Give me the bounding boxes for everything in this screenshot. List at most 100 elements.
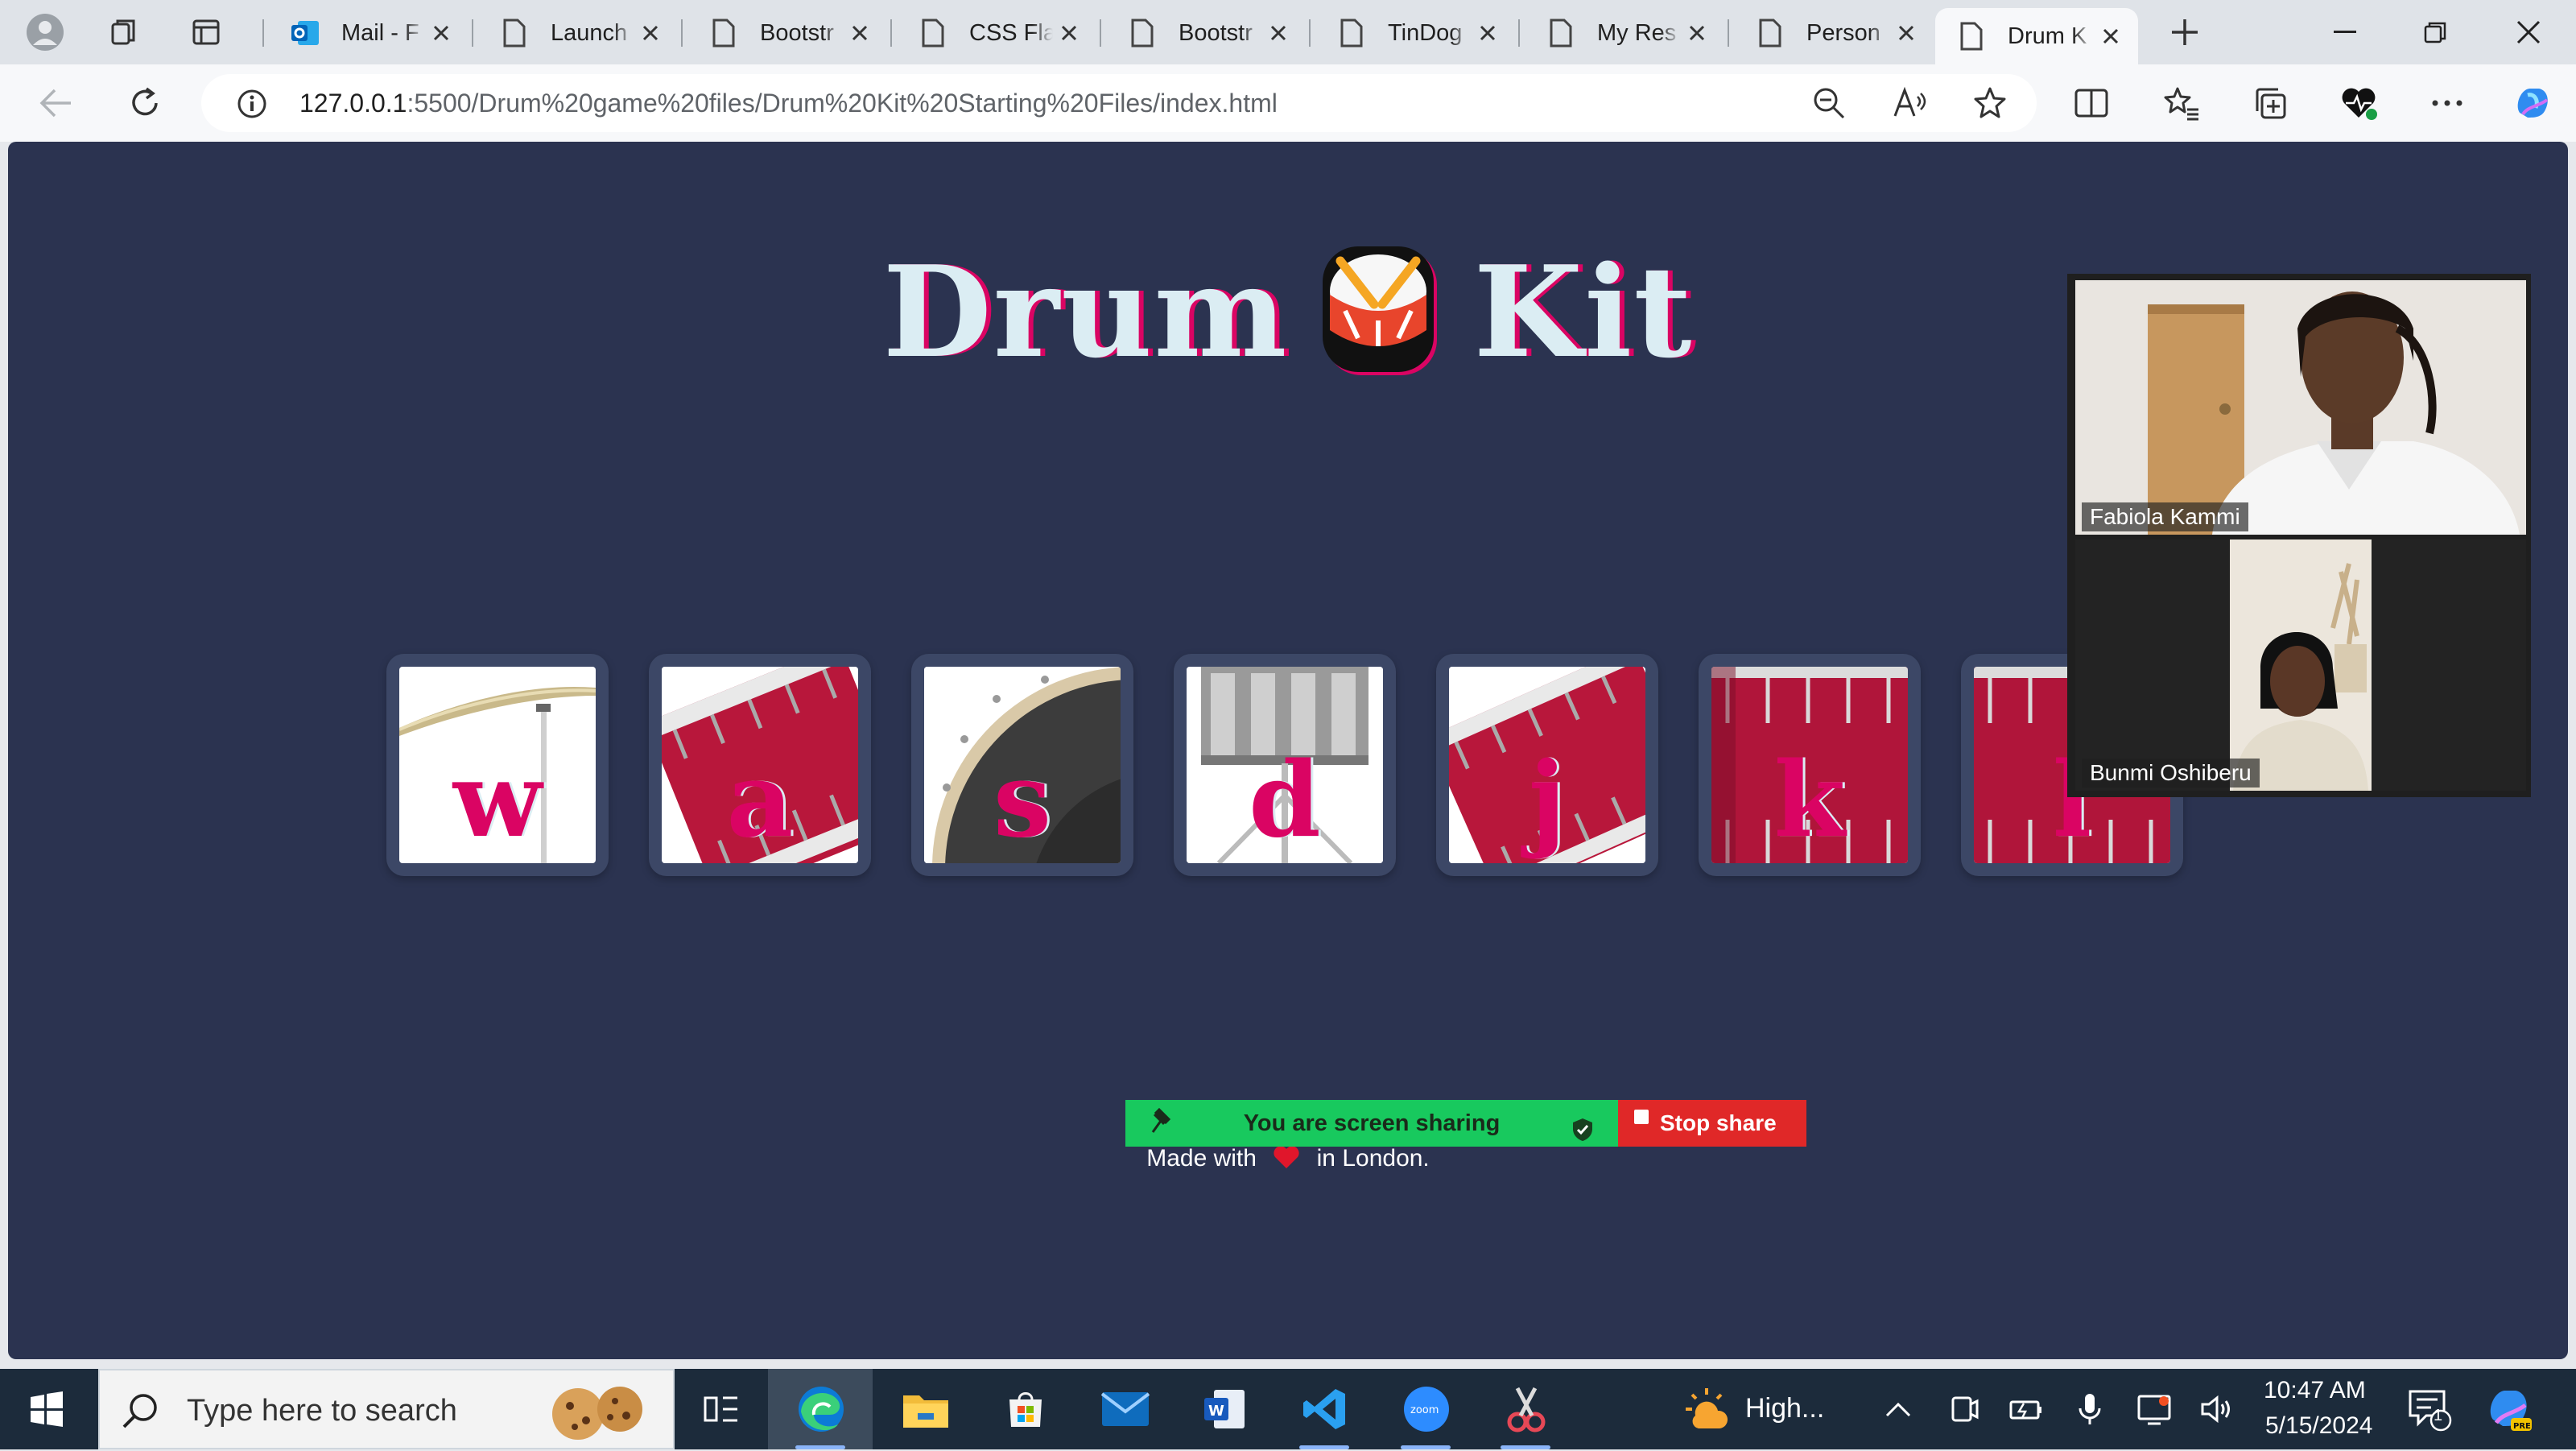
profile-avatar-icon[interactable] — [21, 8, 69, 56]
tab-css-flex[interactable]: CSS Fla — [897, 8, 1096, 58]
close-icon[interactable] — [1472, 17, 1504, 49]
participant-video-1[interactable]: Fabiola Kammi — [2075, 280, 2526, 535]
windows-taskbar: Type here to search W zoom High... 10:47… — [0, 1369, 2576, 1449]
drum-pad-d[interactable]: d — [1174, 654, 1396, 876]
page-icon — [1336, 18, 1367, 48]
participant-name: Fabiola Kammi — [2082, 502, 2248, 531]
tab-drum-kit[interactable]: Drum K — [1935, 8, 2138, 64]
favorites-icon[interactable] — [2157, 79, 2206, 127]
volume-icon[interactable] — [2191, 1383, 2243, 1435]
stop-share-button[interactable]: Stop share — [1618, 1100, 1806, 1147]
zoom-icon[interactable] — [1811, 85, 1847, 125]
close-icon[interactable] — [2095, 20, 2127, 52]
weather-text[interactable]: High... — [1745, 1393, 1824, 1424]
battery-power-icon[interactable] — [2000, 1383, 2051, 1435]
show-hidden-icons-chevron[interactable] — [1872, 1383, 1924, 1435]
close-icon[interactable] — [1053, 17, 1085, 49]
tab-tindog[interactable]: TinDog — [1315, 8, 1515, 58]
participant-name: Bunmi Oshiberu — [2082, 759, 2260, 788]
microsoft-store-icon[interactable] — [1000, 1383, 1051, 1435]
copilot-taskbar-icon[interactable]: PRE — [2483, 1383, 2534, 1435]
minimize-button[interactable] — [2301, 0, 2389, 64]
meet-now-icon[interactable] — [1937, 1383, 1988, 1435]
share-status-text: You are screen sharing — [1243, 1110, 1501, 1136]
drum-pad-s[interactable]: s — [911, 654, 1133, 876]
stop-share-label: Stop share — [1660, 1110, 1777, 1135]
copilot-icon[interactable] — [2508, 79, 2557, 127]
drum-pad-k[interactable]: k — [1699, 654, 1921, 876]
page-footer: Made with in London. — [8, 1145, 2568, 1176]
heart-icon — [1273, 1145, 1300, 1176]
back-button[interactable] — [32, 79, 80, 127]
close-icon[interactable] — [1262, 17, 1294, 49]
edge-browser-icon[interactable] — [795, 1383, 847, 1435]
more-options-icon[interactable] — [2423, 79, 2471, 127]
close-icon[interactable] — [1890, 17, 1922, 49]
snare-image: s — [924, 667, 1121, 863]
site-info-icon[interactable] — [237, 89, 267, 123]
read-aloud-icon[interactable] — [1892, 85, 1927, 125]
tab-bootstrap-1[interactable]: Bootstr — [687, 8, 887, 58]
task-view-icon[interactable] — [696, 1383, 747, 1435]
tab-title: Person — [1806, 19, 1880, 46]
participant-video-2[interactable]: Bunmi Oshiberu — [2075, 539, 2526, 791]
crash-image: w — [399, 667, 596, 863]
vscode-icon[interactable] — [1299, 1383, 1351, 1435]
start-button[interactable] — [21, 1383, 72, 1435]
page-icon — [499, 18, 530, 48]
tab-personal[interactable]: Person — [1734, 8, 1934, 58]
collections-icon[interactable] — [2246, 79, 2294, 127]
drum-pad-j[interactable]: j — [1436, 654, 1658, 876]
page-icon — [1956, 21, 1987, 52]
pad-letter: s — [993, 740, 1052, 861]
file-explorer-icon[interactable] — [900, 1383, 952, 1435]
notifications-icon[interactable]: 1 — [2404, 1383, 2455, 1435]
tom1-image: d — [1187, 667, 1383, 863]
browser-essentials-icon[interactable] — [2334, 79, 2383, 127]
close-window-button[interactable] — [2484, 0, 2573, 64]
snipping-tool-icon[interactable] — [1501, 1383, 1552, 1435]
new-tab-button[interactable] — [2161, 8, 2209, 56]
favorite-star-icon[interactable] — [1972, 85, 2008, 125]
close-icon[interactable] — [425, 17, 457, 49]
svg-text:PRE: PRE — [2513, 1422, 2531, 1431]
close-icon[interactable] — [1681, 17, 1713, 49]
search-icon — [121, 1391, 161, 1436]
tab-bootstrap-2[interactable]: Bootstr — [1106, 8, 1306, 58]
footer-text-end: in London. — [1316, 1145, 1430, 1172]
url-text: 127.0.0.1:5500/Drum%20game%20files/Drum%… — [299, 89, 1278, 118]
close-icon[interactable] — [634, 17, 667, 49]
tab-mail[interactable]: Mail - F — [269, 8, 469, 58]
page-icon — [918, 18, 948, 48]
tab-my-resume[interactable]: My Res — [1525, 8, 1724, 58]
screen-sharing-status[interactable]: You are screen sharing — [1125, 1100, 1618, 1147]
kick-image: a — [662, 667, 858, 863]
drum-pad-a[interactable]: a — [649, 654, 871, 876]
tab-title: Bootstr — [1179, 19, 1253, 46]
tab-actions-icon[interactable] — [182, 8, 230, 56]
close-icon[interactable] — [844, 17, 876, 49]
refresh-button[interactable] — [121, 79, 169, 127]
zoom-app-icon[interactable]: zoom — [1401, 1383, 1452, 1435]
tab-title: Launch — [551, 19, 628, 46]
restore-button[interactable] — [2391, 0, 2479, 64]
clock-time[interactable]: 10:47 AM — [2264, 1377, 2366, 1404]
pad-letter: d — [1249, 740, 1321, 861]
drum-pad-w[interactable]: w — [386, 654, 609, 876]
tab-launch[interactable]: Launch — [478, 8, 678, 58]
mail-icon[interactable] — [1100, 1383, 1151, 1435]
address-bar[interactable]: 127.0.0.1:5500/Drum%20game%20files/Drum%… — [201, 74, 2037, 132]
word-icon[interactable]: W — [1199, 1383, 1251, 1435]
zoom-video-panel[interactable]: Fabiola Kammi Bunmi Oshiberu — [2067, 274, 2531, 797]
tab-title: My Res — [1597, 19, 1677, 46]
taskbar-search-box[interactable]: Type here to search — [98, 1369, 675, 1449]
cookie-icon — [546, 1382, 650, 1445]
display-sync-icon[interactable] — [2128, 1383, 2180, 1435]
microphone-icon[interactable] — [2064, 1383, 2116, 1435]
split-screen-icon[interactable] — [2067, 79, 2116, 127]
security-shield-icon — [1571, 1111, 1594, 1158]
clock-date[interactable]: 5/15/2024 — [2265, 1412, 2372, 1440]
workspaces-icon[interactable] — [100, 8, 148, 56]
svg-text:W: W — [1208, 1403, 1224, 1420]
weather-icon[interactable] — [1681, 1383, 1732, 1435]
